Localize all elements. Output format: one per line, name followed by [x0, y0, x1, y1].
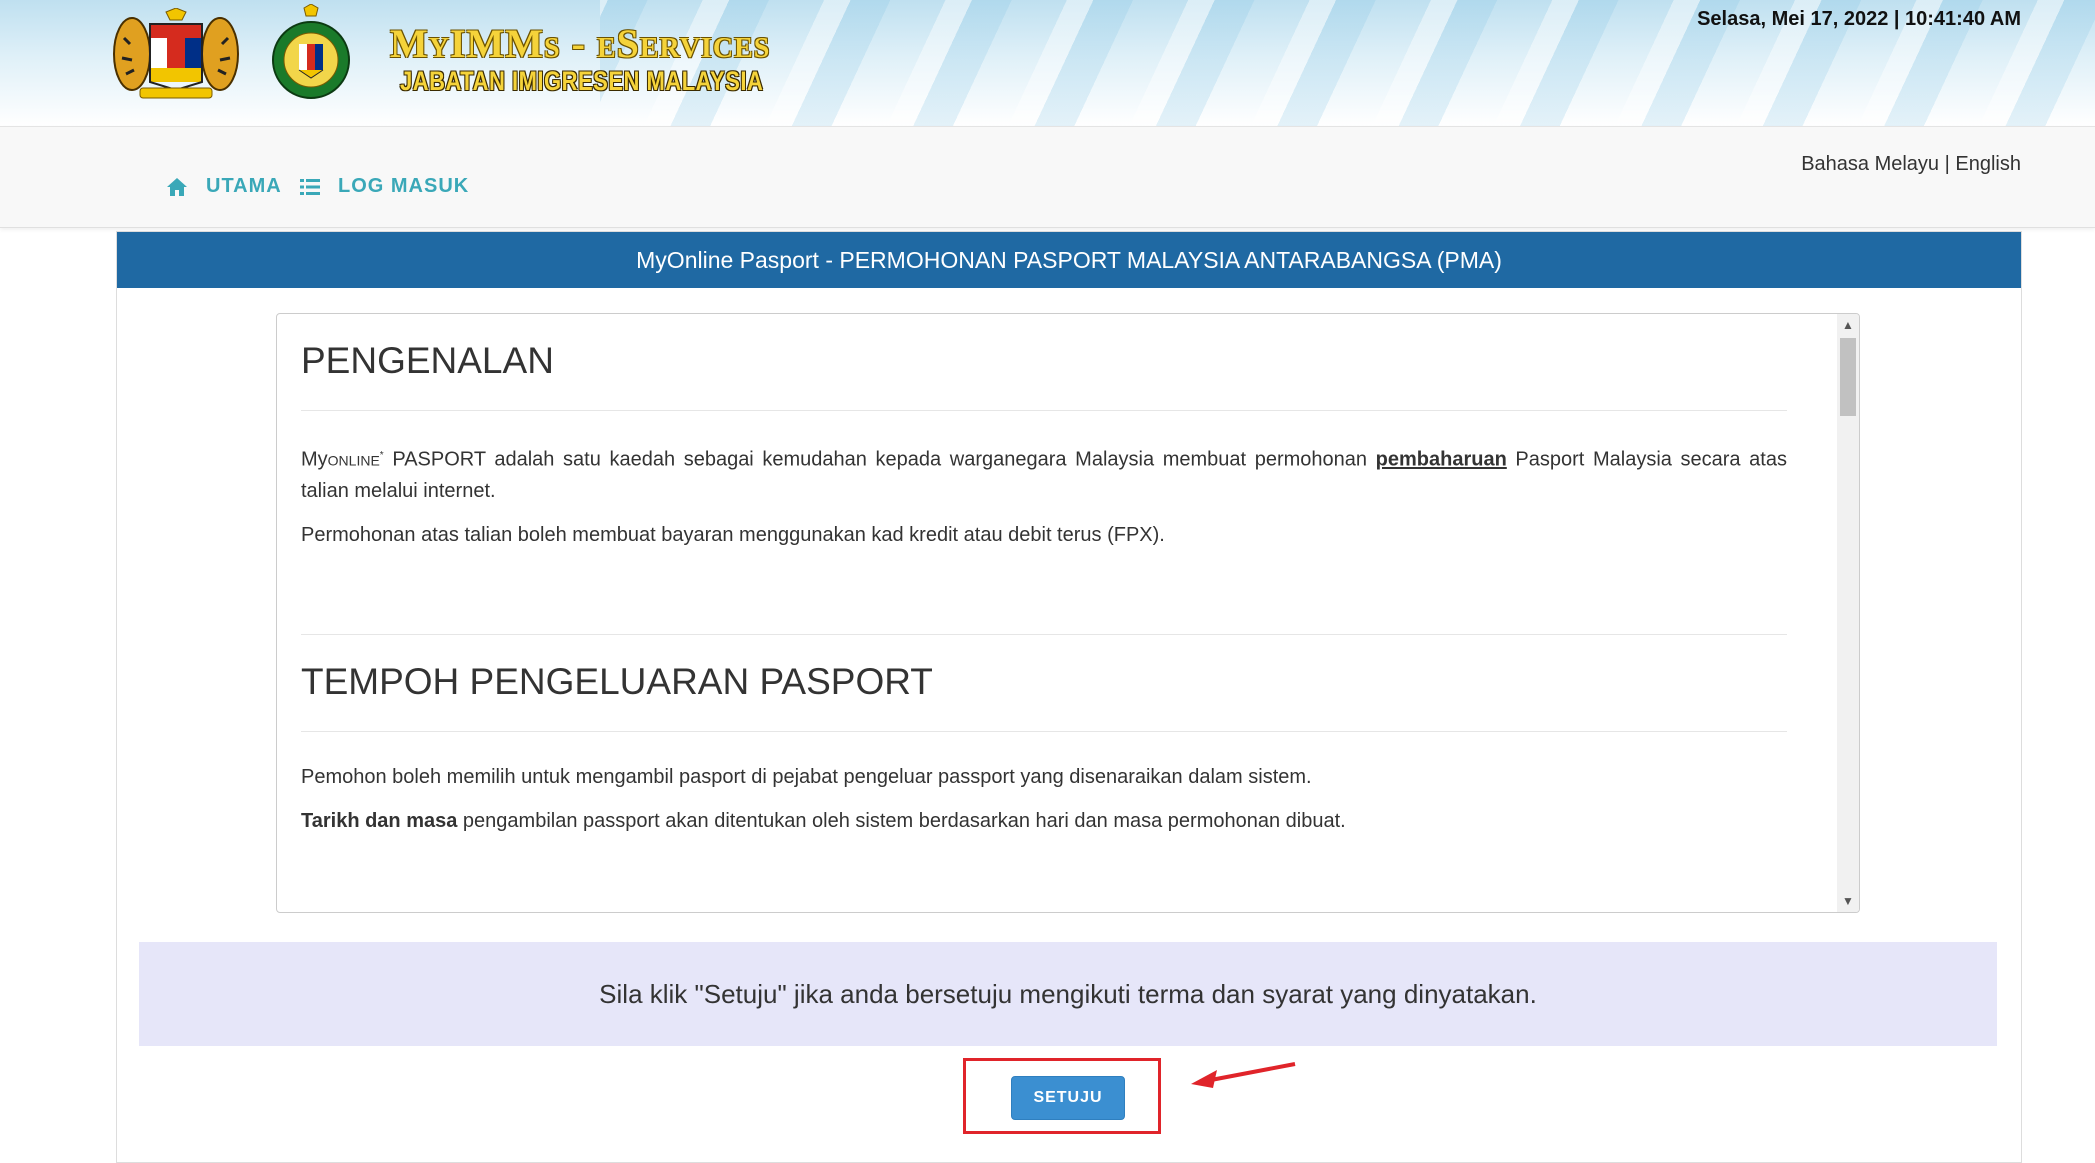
nav-home[interactable]: UTAMA — [166, 175, 282, 198]
language-switcher: Bahasa Melayu | English — [1801, 153, 2021, 176]
lang-english-link[interactable]: English — [1955, 153, 2021, 175]
agree-button[interactable]: SETUJU — [1011, 1076, 1125, 1120]
intro-text-a: adalah satu kaedah sebagai kemudahan kep… — [485, 448, 1376, 471]
terms-content: PENGENALAN MyONLINE* PASPORT adalah satu… — [301, 314, 1787, 836]
datetime-text: pengambilan passport akan ditentukan ole… — [457, 809, 1346, 832]
terms-scroll-box[interactable]: PENGENALAN MyONLINE* PASPORT adalah satu… — [276, 313, 1860, 913]
nav-home-label: UTAMA — [206, 175, 282, 197]
top-banner: MyIMMs - eServices JABATAN IMIGRESEN MAL… — [0, 0, 2095, 126]
card-header: MyOnline Pasport - PERMOHONAN PASPORT MA… — [117, 232, 2021, 288]
renewal-emphasis: pembaharuan — [1375, 448, 1507, 471]
datetime-paragraph: Tarikh dan masa pengambilan passport aka… — [301, 806, 1787, 836]
datetime-emphasis: Tarikh dan masa — [301, 809, 458, 832]
lang-malay-link[interactable]: Bahasa Melayu — [1801, 153, 1939, 175]
card-header-title: MyOnline Pasport - PERMOHONAN PASPORT MA… — [636, 246, 1502, 273]
brand-pasport: PASPORT — [383, 448, 486, 471]
vertical-scrollbar[interactable]: ▲ ▼ — [1837, 314, 1859, 912]
brand-title: MyIMMs - eServices — [390, 21, 771, 66]
main-card: MyOnline Pasport - PERMOHONAN PASPORT MA… — [116, 231, 2022, 1163]
section-divider — [301, 550, 1787, 635]
red-arrow-icon — [1191, 1062, 1296, 1088]
intro-paragraph: MyONLINE* PASPORT adalah satu kaedah seb… — [301, 441, 1787, 506]
current-datetime: Selasa, Mei 17, 2022 | 10:41:40 AM — [1697, 8, 2021, 30]
payment-paragraph: Permohonan atas talian boleh membuat bay… — [301, 523, 1165, 546]
navbar: UTAMA LOG MASUK Bahasa Melayu | English — [0, 126, 2095, 228]
collection-paragraph: Pemohon boleh memilih untuk mengambil pa… — [301, 765, 1312, 788]
list-icon — [300, 178, 320, 195]
brand-online: ONLINE — [327, 452, 380, 469]
nav-login-label: LOG MASUK — [338, 175, 470, 197]
scroll-thumb[interactable] — [1840, 338, 1856, 416]
brand-block: MyIMMs - eServices JABATAN IMIGRESEN MAL… — [390, 21, 771, 97]
scroll-down-icon[interactable]: ▼ — [1837, 890, 1859, 912]
agreement-text: Sila klik "Setuju" jika anda bersetuju m… — [599, 978, 1537, 1009]
malaysia-coat-of-arms-icon — [113, 8, 239, 99]
section-title-introduction: PENGENALAN — [301, 314, 1787, 411]
home-icon — [167, 177, 187, 196]
nav-login[interactable]: LOG MASUK — [300, 175, 469, 198]
section-title-issuance-period: TEMPOH PENGELUARAN PASPORT — [301, 635, 1787, 732]
brand-my: My — [301, 448, 328, 471]
agreement-notice: Sila klik "Setuju" jika anda bersetuju m… — [139, 942, 1997, 1046]
brand-subtitle: JABATAN IMIGRESEN MALAYSIA — [400, 66, 764, 96]
lang-separator: | — [1944, 153, 1950, 175]
scroll-up-icon[interactable]: ▲ — [1837, 314, 1859, 336]
immigration-department-logo-icon — [272, 4, 350, 99]
